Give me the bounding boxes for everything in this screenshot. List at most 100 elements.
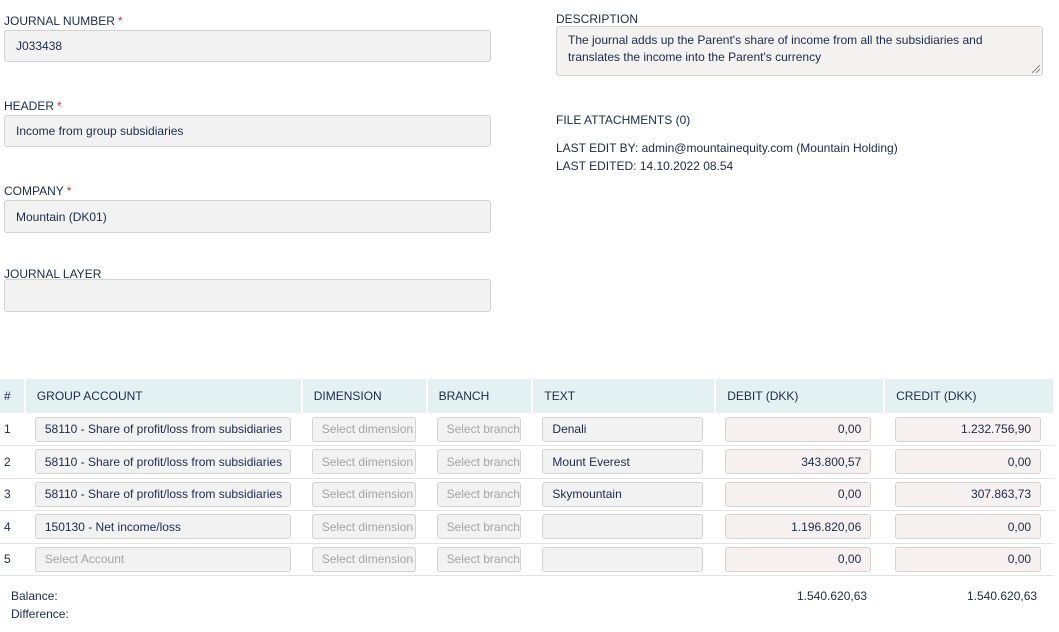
debit-input[interactable]: 1.196.820,06: [725, 514, 872, 540]
table-row: 3 58110 - Share of profit/loss from subsi…: [0, 478, 1054, 511]
debit-value: 0,00: [837, 422, 862, 436]
text-input[interactable]: Skymountain: [542, 481, 704, 507]
resize-handle-icon[interactable]: [1032, 65, 1040, 73]
description-label: DESCRIPTION: [556, 12, 639, 26]
branch-select[interactable]: Select branch: [436, 416, 521, 442]
header-value: Income from group subsidiaries: [16, 124, 184, 138]
last-edited: LAST EDITED: 14.10.2022 08.54: [556, 159, 733, 173]
text-input[interactable]: Mount Everest: [542, 449, 704, 475]
table-cell: 5: [0, 543, 25, 576]
table-cell: 307.863,73: [884, 478, 1054, 511]
table-cell: 1.232.756,90: [884, 413, 1054, 446]
table-cell: 58110 - Share of profit/loss from subsid…: [24, 478, 302, 511]
table-cell: [532, 510, 716, 544]
credit-value: 0,00: [1007, 552, 1032, 567]
group-account-select[interactable]: 58110 - Share of profit/loss from subsid…: [34, 481, 291, 507]
description-value: The journal adds up the Parent's share o…: [568, 33, 983, 64]
row-number: 4: [4, 519, 11, 534]
table-header-row: # GROUP ACCOUNT DIMENSION BRANCH TEXT DE…: [0, 379, 1055, 413]
table-cell: Denali: [532, 413, 716, 446]
header-label: HEADER *: [4, 99, 62, 113]
branch-placeholder: Select branch: [446, 454, 520, 469]
branch-select[interactable]: Select branch: [436, 514, 521, 540]
table-cell: Select branch: [426, 510, 533, 544]
table-cell: [532, 543, 716, 576]
table-cell: 0,00: [715, 543, 885, 576]
dimension-select[interactable]: Select dimension: [311, 416, 416, 442]
credit-input[interactable]: 0,00: [895, 514, 1042, 540]
col-header-group-account: GROUP ACCOUNT: [24, 379, 303, 413]
table-cell: 0,00: [715, 478, 885, 511]
text-value: Skymountain: [552, 487, 622, 502]
table-row: 5 Select Account Select dimension Select br…: [0, 543, 1054, 576]
table-cell: 343.800,57: [715, 445, 885, 479]
branch-select[interactable]: Select branch: [436, 449, 521, 475]
debit-input[interactable]: 0,00: [725, 546, 872, 572]
last-edit-by: LAST EDIT BY: admin@mountainequity.com (…: [556, 141, 898, 155]
debit-input[interactable]: 343.800,57: [725, 449, 872, 475]
table-cell: Select dimension: [301, 510, 427, 544]
group-account-select[interactable]: 58110 - Share of profit/loss from subsid…: [34, 416, 291, 442]
text-value: Mount Everest: [552, 454, 630, 469]
table-cell: Select dimension: [301, 543, 427, 576]
journal-layer-select[interactable]: [4, 279, 491, 312]
table-cell: 1.196.820,06: [715, 510, 885, 544]
branch-select[interactable]: Select branch: [436, 481, 521, 507]
group-account-value: 58110 - Share of profit/loss from subsid…: [44, 487, 283, 502]
group-account-select[interactable]: Select Account: [34, 546, 291, 572]
row-number: 1: [4, 422, 11, 436]
debit-value: 0,00: [837, 552, 862, 567]
company-label: COMPANY *: [4, 184, 72, 198]
table-row: 4 150130 - Net income/loss Select dimensio…: [0, 510, 1054, 544]
company-select[interactable]: Mountain (DK01): [4, 200, 491, 233]
credit-input[interactable]: 0,00: [895, 546, 1042, 572]
debit-value: 0,00: [837, 487, 862, 502]
dimension-placeholder: Select dimension: [321, 552, 414, 567]
dimension-select[interactable]: Select dimension: [311, 514, 416, 540]
dimension-select[interactable]: Select dimension: [311, 449, 416, 475]
required-mark: *: [66, 184, 72, 198]
last-edit-by-label: LAST EDIT BY:: [556, 141, 639, 155]
text-input[interactable]: [542, 546, 704, 572]
file-attachments-link[interactable]: FILE ATTACHMENTS (0): [556, 113, 690, 127]
table-cell: Select dimension: [301, 445, 427, 479]
table-cell: 0,00: [884, 510, 1054, 544]
journal-lines-table: # GROUP ACCOUNT DIMENSION BRANCH TEXT DE…: [0, 379, 1055, 576]
description-textarea[interactable]: The journal adds up the Parent's share o…: [556, 26, 1043, 76]
dimension-select[interactable]: Select dimension: [311, 481, 416, 507]
debit-input[interactable]: 0,00: [725, 481, 872, 507]
group-account-value: 58110 - Share of profit/loss from subsid…: [44, 422, 283, 436]
credit-input[interactable]: 0,00: [895, 449, 1042, 475]
credit-input[interactable]: 307.863,73: [895, 481, 1042, 507]
credit-value: 0,00: [1007, 519, 1032, 534]
table-cell: 58110 - Share of profit/loss from subsid…: [24, 445, 302, 479]
branch-placeholder: Select branch: [446, 487, 520, 502]
col-header-credit: CREDIT (DKK): [884, 379, 1055, 413]
debit-input[interactable]: 0,00: [725, 416, 872, 442]
table-cell: 58110 - Share of profit/loss from subsid…: [24, 413, 302, 446]
table-cell: Select dimension: [301, 478, 427, 511]
table-cell: Mount Everest: [532, 445, 716, 479]
credit-value: 0,00: [1007, 454, 1032, 469]
table-cell: Select branch: [426, 543, 533, 576]
debit-balance: 1.540.620,63: [797, 589, 868, 603]
header-field[interactable]: Income from group subsidiaries: [4, 115, 491, 147]
branch-placeholder: Select branch: [446, 422, 520, 436]
row-number: 3: [4, 487, 11, 502]
dimension-placeholder: Select dimension: [321, 519, 414, 534]
company-value: Mountain (DK01): [16, 209, 107, 224]
group-account-select[interactable]: 58110 - Share of profit/loss from subsid…: [34, 449, 291, 475]
table-cell: 0,00: [715, 413, 885, 446]
table-cell: 150130 - Net income/loss: [24, 510, 302, 544]
group-account-select[interactable]: 150130 - Net income/loss: [34, 514, 291, 540]
text-input[interactable]: Denali: [542, 416, 704, 442]
debit-value: 1.196.820,06: [791, 519, 862, 534]
text-input[interactable]: [542, 514, 704, 540]
credit-input[interactable]: 1.232.756,90: [895, 416, 1042, 442]
col-header-num: #: [0, 379, 26, 413]
branch-select[interactable]: Select branch: [436, 546, 521, 572]
journal-number-field[interactable]: J033438: [4, 30, 491, 62]
table-cell: Select branch: [426, 478, 533, 511]
table-cell: 1: [0, 413, 25, 446]
dimension-select[interactable]: Select dimension: [311, 546, 416, 572]
